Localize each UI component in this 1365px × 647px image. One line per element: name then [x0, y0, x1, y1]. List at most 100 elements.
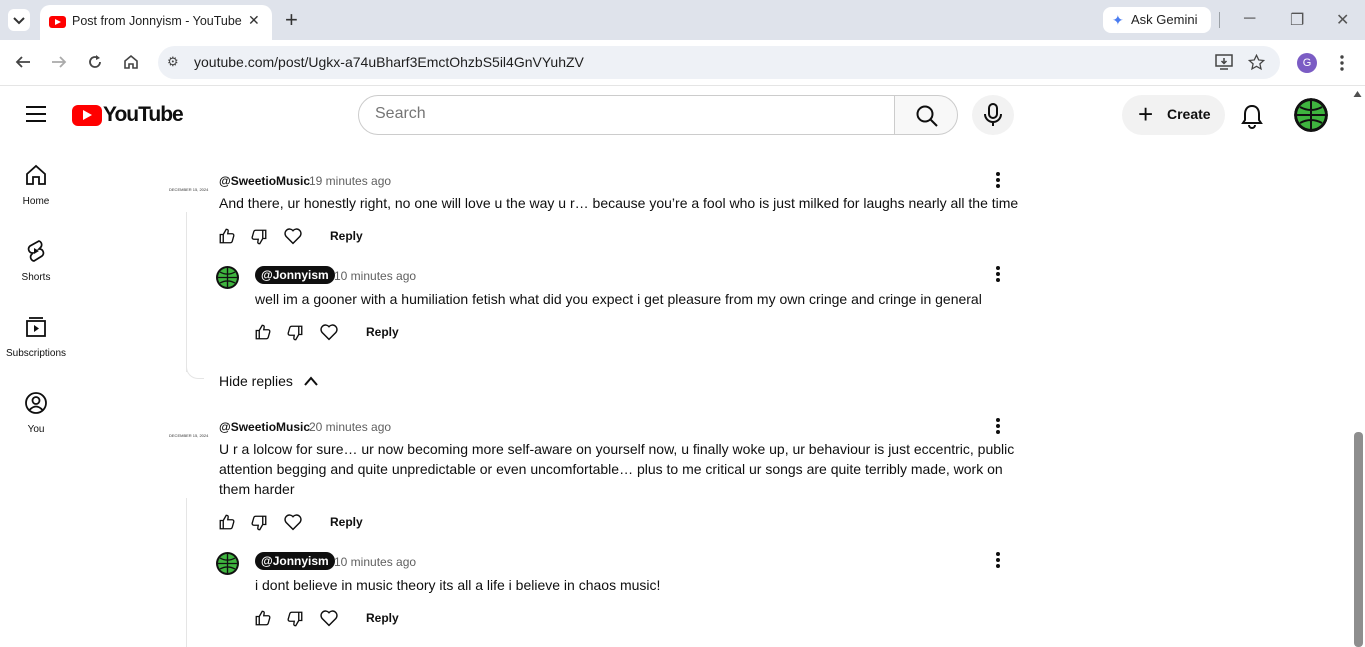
like-icon[interactable]	[254, 323, 272, 341]
comment-text-line: U r a lolcow for sure… ur now becoming m…	[219, 441, 1015, 457]
tab-close-icon[interactable]: ✕	[248, 12, 260, 29]
comment-time[interactable]: 10 minutes ago	[334, 555, 416, 569]
sidebar-item-label: Shorts	[21, 272, 51, 283]
url-text[interactable]: youtube.com/post/Ugkx-a74uBharf3EmctOhzb…	[194, 54, 584, 70]
youtube-logo-text[interactable]: YouTube	[103, 103, 184, 127]
comment-time[interactable]: 10 minutes ago	[334, 269, 416, 283]
like-icon[interactable]	[218, 513, 236, 531]
reply-avatar[interactable]	[216, 552, 239, 575]
voice-search-button[interactable]	[972, 95, 1014, 135]
comment-text: And there, ur honestly right, no one wil…	[219, 195, 1019, 211]
creator-author-badge[interactable]: @Jonnyism	[255, 552, 335, 570]
dislike-icon[interactable]	[286, 610, 304, 628]
comment-avatar[interactable]: DECEMBER 15, 2024	[169, 433, 208, 438]
install-app-icon[interactable]	[1215, 54, 1233, 71]
search-icon	[916, 105, 938, 127]
sidebar-item-label: Subscriptions	[5, 348, 67, 359]
create-label: Create	[1167, 106, 1211, 122]
site-info-icon[interactable]: ⚙	[167, 54, 179, 70]
heart-icon[interactable]	[319, 323, 339, 341]
creator-author-badge[interactable]: @Jonnyism	[255, 266, 335, 284]
address-bar[interactable]: ⚙ youtube.com/post/Ugkx-a74uBharf3EmctOh…	[158, 46, 1280, 79]
ask-gemini-button[interactable]: ✦ Ask Gemini	[1103, 7, 1211, 33]
browser-tab-bar: Post from Jonnyism - YouTube ✕ + ✦ Ask G…	[0, 0, 1365, 40]
hide-replies-label: Hide replies	[219, 373, 293, 389]
tab-title: Post from Jonnyism - YouTube	[72, 14, 242, 28]
hide-replies-button[interactable]: Hide replies	[219, 373, 318, 389]
comment-time[interactable]: 19 minutes ago	[309, 174, 391, 188]
chevron-down-icon	[13, 17, 25, 25]
new-tab-button[interactable]: +	[285, 7, 298, 33]
browser-toolbar: ⚙ youtube.com/post/Ugkx-a74uBharf3EmctOh…	[0, 40, 1365, 86]
comment-text: U r a lolcow for sure… ur now becoming m…	[219, 439, 1014, 499]
restore-icon[interactable]: ❐	[1290, 10, 1304, 30]
plus-icon: +	[1138, 99, 1154, 129]
reply-avatar[interactable]	[216, 266, 239, 289]
youtube-favicon-icon	[49, 16, 66, 28]
comment-menu-icon[interactable]	[995, 417, 1001, 435]
scroll-up-arrow-icon[interactable]	[1353, 90, 1362, 98]
thread-connector	[186, 498, 187, 647]
reply-button[interactable]: Reply	[366, 611, 399, 625]
sidebar-item-home[interactable]: Home	[0, 163, 72, 207]
sidebar-item-label: You	[27, 424, 45, 435]
sidebar-item-shorts[interactable]: Shorts	[0, 239, 72, 283]
comment-author[interactable]: @SweetioMusic	[219, 174, 310, 188]
dislike-icon[interactable]	[250, 514, 268, 532]
chevron-up-icon	[304, 376, 318, 386]
scrollbar-thumb[interactable]	[1354, 432, 1363, 647]
browser-menu-icon[interactable]	[1338, 54, 1346, 72]
account-avatar[interactable]	[1294, 98, 1328, 132]
comment-menu-icon[interactable]	[995, 265, 1001, 283]
search-button[interactable]	[894, 95, 958, 135]
sidebar-item-you[interactable]: You	[0, 391, 72, 435]
browser-profile-avatar[interactable]: G	[1297, 53, 1317, 73]
heart-icon[interactable]	[319, 609, 339, 627]
reply-button[interactable]: Reply	[330, 515, 363, 529]
thread-connector-curve	[186, 355, 204, 379]
sidebar-item-label: Home	[22, 196, 50, 207]
menu-hamburger-icon[interactable]	[26, 106, 46, 122]
thread-connector	[186, 212, 187, 372]
like-icon[interactable]	[254, 609, 272, 627]
reply-button[interactable]: Reply	[366, 325, 399, 339]
comment-time[interactable]: 20 minutes ago	[309, 420, 391, 434]
like-icon[interactable]	[218, 227, 236, 245]
tab-search-button[interactable]	[8, 9, 30, 31]
heart-icon[interactable]	[283, 227, 303, 245]
sidebar-item-subscriptions[interactable]: Subscriptions	[0, 315, 72, 359]
microphone-icon	[984, 103, 1002, 126]
subscriptions-icon	[26, 317, 46, 337]
youtube-header: YouTube + Create	[0, 86, 1350, 144]
reload-icon[interactable]	[86, 53, 104, 71]
reply-button[interactable]: Reply	[330, 229, 363, 243]
comment-author[interactable]: @SweetioMusic	[219, 420, 310, 434]
comment-text: well im a gooner with a humiliation feti…	[255, 291, 982, 307]
create-button[interactable]: + Create	[1122, 95, 1225, 135]
back-arrow-icon[interactable]	[14, 53, 32, 71]
forward-arrow-icon[interactable]	[50, 53, 68, 71]
notifications-bell-icon[interactable]	[1240, 103, 1264, 129]
search-input[interactable]	[375, 105, 875, 123]
tabbar-divider	[1219, 12, 1220, 28]
dislike-icon[interactable]	[250, 228, 268, 246]
shorts-icon	[27, 240, 45, 262]
you-icon	[25, 392, 47, 414]
browser-tab-active[interactable]: Post from Jonnyism - YouTube ✕	[40, 5, 272, 40]
heart-icon[interactable]	[283, 513, 303, 531]
home-browser-icon[interactable]	[122, 53, 140, 71]
gemini-sparkle-icon: ✦	[1112, 12, 1124, 28]
comment-text-line: attention begging and quite unpredictabl…	[219, 461, 1003, 477]
minimize-icon[interactable]: ─	[1244, 10, 1255, 28]
search-box[interactable]	[358, 95, 895, 135]
window-close-icon[interactable]: ✕	[1336, 10, 1349, 30]
bookmark-star-icon[interactable]	[1248, 54, 1265, 71]
comment-avatar[interactable]: DECEMBER 15, 2024	[169, 187, 208, 192]
comment-menu-icon[interactable]	[995, 171, 1001, 189]
comment-text-line: them harder	[219, 481, 295, 497]
home-icon	[26, 164, 46, 185]
comment-text: i dont believe in music theory its all a…	[255, 577, 661, 593]
comment-menu-icon[interactable]	[995, 551, 1001, 569]
youtube-logo-icon[interactable]	[72, 105, 102, 126]
dislike-icon[interactable]	[286, 324, 304, 342]
